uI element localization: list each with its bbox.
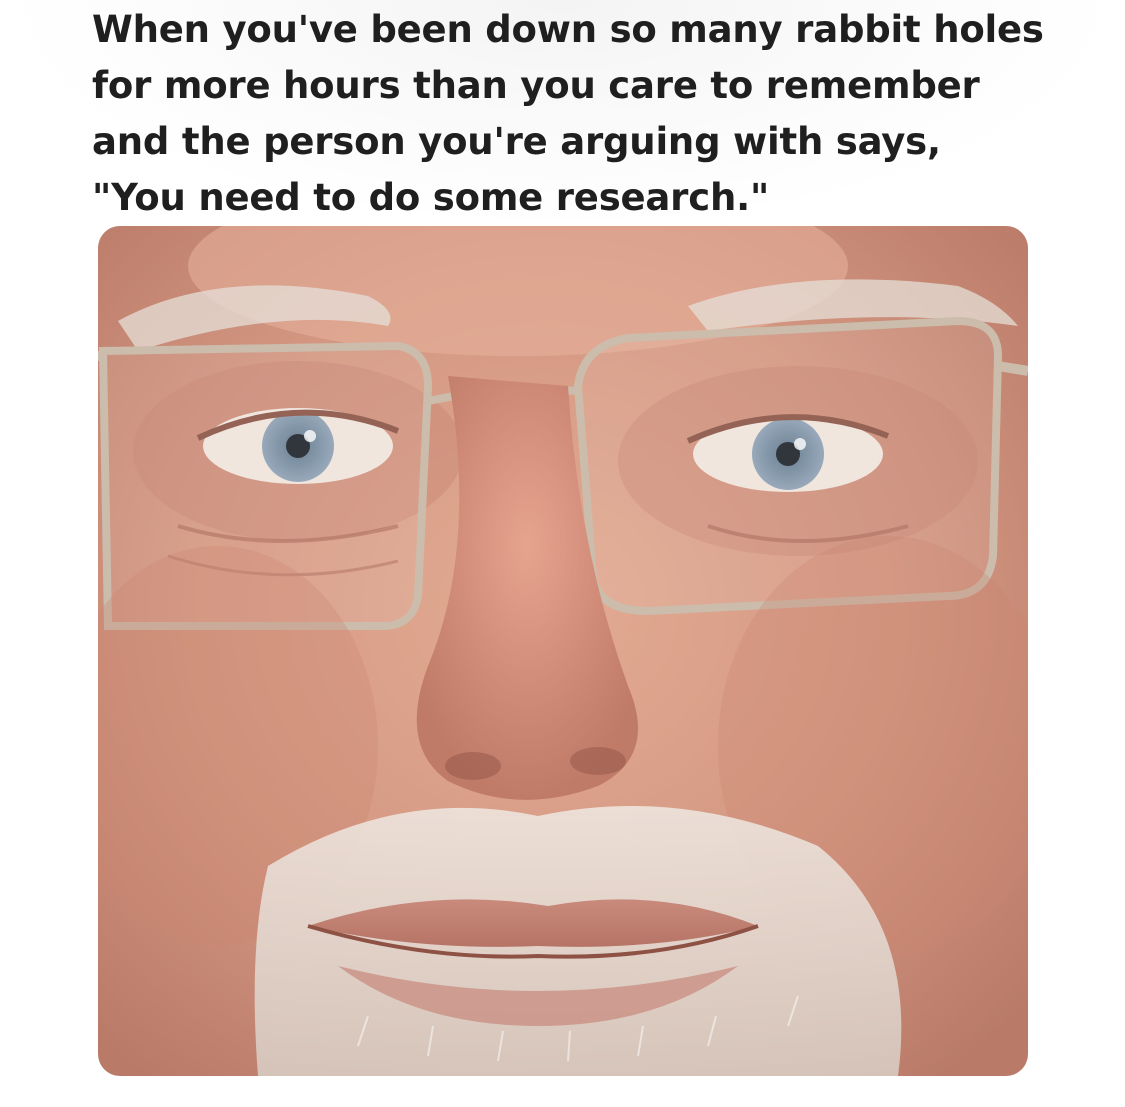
caption-line-3: and the person you're arguing with says,	[92, 120, 941, 163]
meme-page: When you've been down so many rabbit hol…	[0, 0, 1125, 1107]
caption-line-4: "You need to do some research."	[92, 176, 770, 219]
meme-photo	[98, 226, 1028, 1076]
meme-caption: When you've been down so many rabbit hol…	[92, 2, 1072, 226]
caption-line-2: for more hours than you care to remember	[92, 64, 980, 107]
caption-line-1: When you've been down so many rabbit hol…	[92, 8, 1044, 51]
face-photo-icon	[98, 226, 1028, 1076]
